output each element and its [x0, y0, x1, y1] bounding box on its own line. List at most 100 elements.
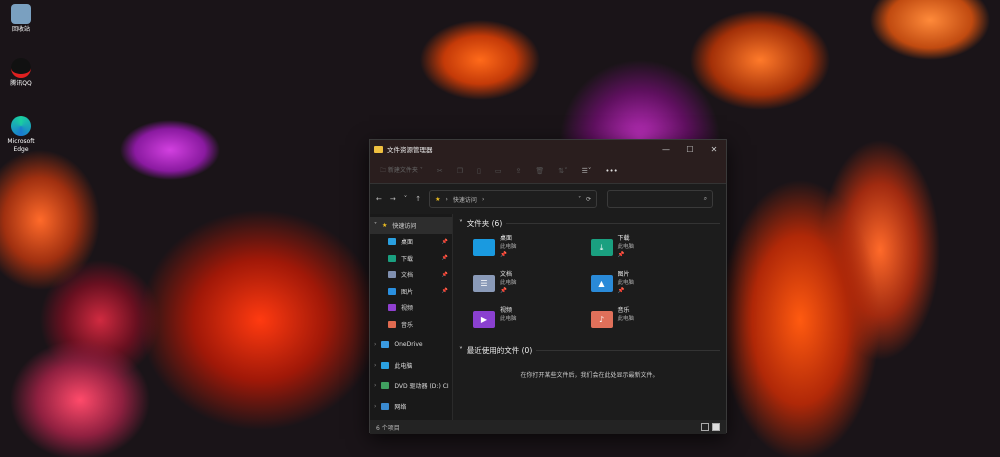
details-view-button[interactable] — [701, 423, 709, 431]
search-input[interactable]: ⌕ — [607, 190, 714, 208]
desktop-icon-qq[interactable]: 腾讯QQ — [2, 58, 40, 88]
chevron-right-icon: › — [374, 382, 377, 390]
label: 快速访问 — [392, 222, 417, 230]
label: 下载 — [401, 255, 414, 263]
sidebar-root[interactable]: › DVD 驱动器 (D:) CI — [370, 378, 452, 395]
label: OneDrive — [394, 341, 423, 349]
label: 此电脑 — [394, 362, 413, 370]
sidebar-item-quick-access[interactable]: ˅ ★ 快速访问 — [370, 217, 452, 234]
label: 回收站 — [11, 26, 30, 33]
recycle-bin-icon — [11, 4, 31, 24]
folder-location: 此电脑 — [617, 244, 635, 250]
folders-header: 文件夹 (6) — [466, 219, 503, 228]
folder-location: 此电脑 — [500, 316, 517, 322]
chevron-right-icon: › — [374, 361, 377, 369]
sidebar-item[interactable]: 桌面 📌 — [370, 234, 452, 251]
folders-section-header[interactable]: ˅ 文件夹 (6) — [459, 218, 720, 229]
folder-location: 此电脑 — [500, 244, 517, 250]
folder-icon — [388, 238, 396, 246]
refresh-icon[interactable]: ⟳ — [586, 196, 591, 203]
address-bar[interactable]: ★ › 快速访问 › ˅ ⟳ — [429, 190, 598, 208]
rename-icon[interactable]: ▭ — [495, 167, 502, 175]
back-icon[interactable]: ← — [376, 195, 382, 203]
pin-icon: 📌 — [617, 288, 625, 294]
up-icon[interactable]: ↑ — [415, 195, 421, 203]
sidebar-item[interactable]: 音乐 — [370, 316, 452, 333]
sidebar-root[interactable]: › 网络 — [370, 398, 452, 415]
folder-tile[interactable]: ⤓ 下载 此电脑 📌 — [590, 235, 709, 265]
folder-icon — [388, 271, 396, 279]
copy-icon[interactable]: ❐ — [457, 167, 463, 175]
title-bar[interactable]: 文件资源管理器 — ☐ ✕ — [370, 140, 726, 158]
pin-icon: 📌 — [441, 255, 448, 262]
drive-icon — [381, 341, 390, 349]
label: 网络 — [394, 403, 407, 411]
close-button[interactable]: ✕ — [702, 145, 726, 154]
dropdown-icon[interactable]: ˅ — [578, 196, 581, 203]
label: 文档 — [401, 272, 414, 280]
label: 视频 — [401, 305, 414, 313]
folder-icon — [388, 320, 396, 328]
folder-name: 下载 — [617, 235, 630, 242]
folder-icon: ▶ — [473, 311, 495, 328]
pin-icon: 📌 — [441, 288, 448, 295]
folder-icon — [388, 304, 396, 312]
folder-tile[interactable]: ▲ 图片 此电脑 📌 — [590, 271, 709, 301]
file-explorer-window: 文件资源管理器 — ☐ ✕ 🗀 新建文件夹 ˅ ✂ ❐ ▯ ▭ ⇪ 🗑 ⇅˅ ☰ ˅ … — [369, 139, 727, 434]
folder-icon: ☰ — [473, 275, 495, 292]
folder-location: 此电脑 — [617, 280, 635, 286]
sidebar-root[interactable]: › 此电脑 — [370, 357, 452, 374]
label: 桌面 — [401, 239, 414, 247]
star-icon: ★ — [382, 221, 388, 229]
paste-icon[interactable]: ▯ — [477, 167, 481, 175]
chevron-down-icon: ˅ — [374, 221, 377, 229]
folder-icon — [388, 254, 396, 262]
breadcrumb-quick-access[interactable]: 快速访问 — [453, 195, 477, 204]
pin-icon: 📌 — [617, 252, 625, 258]
label: DVD 驱动器 (D:) CI — [394, 383, 449, 391]
navigation-pane: ˅ ★ 快速访问 桌面 📌 下载 📌 文档 📌 图片 📌 视频 音乐 › OneDrive › 此电脑 › DV… — [370, 214, 453, 420]
pin-icon: 📌 — [441, 271, 448, 278]
new-folder-label: 新建文件夹 — [387, 167, 418, 174]
forward-icon[interactable]: → — [390, 195, 396, 203]
maximize-button[interactable]: ☐ — [678, 145, 702, 154]
folder-tile[interactable]: 桌面 此电脑 📌 — [473, 235, 591, 265]
sidebar-item[interactable]: 文档 📌 — [370, 267, 452, 284]
folder-icon: ▲ — [590, 275, 613, 292]
sep: › — [445, 195, 448, 203]
folder-name: 文档 — [500, 271, 513, 278]
folder-tile[interactable]: ♪ 音乐 此电脑 — [590, 307, 709, 337]
tiles-view-button[interactable] — [712, 423, 720, 431]
desktop-icon-recycle-bin[interactable]: 回收站 — [2, 4, 40, 34]
label: 图片 — [401, 288, 414, 296]
recent-chevron-icon[interactable]: ˅ — [404, 195, 408, 203]
folder-tile[interactable]: ☰ 文档 此电脑 📌 — [473, 271, 591, 301]
folder-name: 音乐 — [617, 307, 630, 314]
star-icon: ★ — [435, 195, 441, 203]
chevron-right-icon: › — [374, 402, 377, 410]
more-button[interactable]: ••• — [605, 167, 617, 175]
drive-icon — [381, 361, 390, 369]
folder-name: 桌面 — [500, 235, 513, 242]
sidebar-item[interactable]: 下载 📌 — [370, 250, 452, 267]
label: 音乐 — [401, 321, 414, 329]
folder-tile[interactable]: ▶ 视频 此电脑 — [473, 307, 591, 337]
minimize-button[interactable]: — — [654, 145, 678, 154]
new-folder-button[interactable]: 🗀 新建文件夹 ˅ — [380, 165, 423, 176]
folder-icon: ♪ — [590, 311, 613, 328]
sidebar-root[interactable]: › OneDrive — [370, 337, 452, 354]
cut-icon[interactable]: ✂ — [437, 167, 443, 175]
view-icon[interactable]: ☰˅ — [582, 167, 592, 175]
label: Microsoft Edge — [7, 138, 35, 153]
recent-section-header[interactable]: ˅ 最近使用的文件 (0) — [459, 345, 720, 356]
sort-icon[interactable]: ⇅˅ — [558, 167, 567, 175]
desktop-icon-edge[interactable]: Microsoft Edge — [2, 116, 40, 154]
folder-icon — [374, 145, 383, 153]
label: 腾讯QQ — [10, 80, 32, 87]
search-icon: ⌕ — [703, 195, 708, 202]
share-icon[interactable]: ⇪ — [516, 167, 522, 175]
sidebar-item[interactable]: 视频 — [370, 300, 452, 317]
recent-header: 最近使用的文件 (0) — [466, 346, 533, 355]
sidebar-item[interactable]: 图片 📌 — [370, 283, 452, 300]
delete-icon[interactable]: 🗑 — [535, 167, 544, 175]
